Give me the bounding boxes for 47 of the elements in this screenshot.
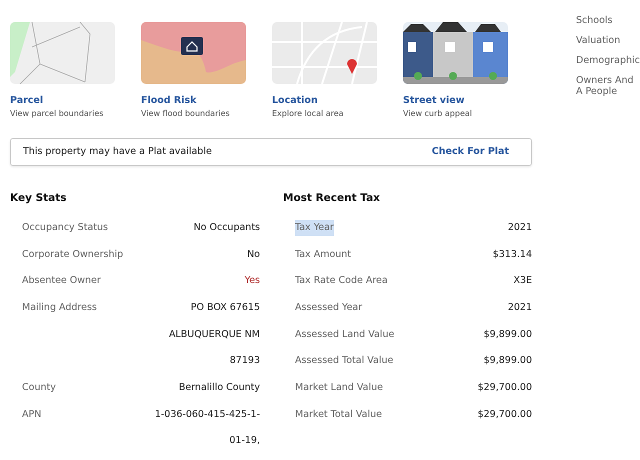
stat-label: Mailing Address xyxy=(22,300,97,315)
stat-label: Absentee Owner xyxy=(22,274,101,288)
tax-value: $29,700.00 xyxy=(478,408,532,422)
tax-label: Market Land Value xyxy=(295,380,383,395)
card-title[interactable]: Street view xyxy=(403,95,508,106)
card-subtitle: View parcel boundaries xyxy=(10,109,104,118)
card-subtitle: View flood boundaries xyxy=(141,109,231,118)
tax-label: Market Total Value xyxy=(295,408,382,422)
stat-value: Yes xyxy=(244,274,260,288)
stat-value: No xyxy=(247,248,260,262)
card-title[interactable]: Location xyxy=(272,95,377,106)
stat-value: ALBUQUERQUE NM xyxy=(168,328,260,342)
tax-value: 2021 xyxy=(508,300,532,315)
section-heading: Key Stats xyxy=(10,192,68,204)
stat-label: APN xyxy=(22,408,42,422)
stat-value: Bernalillo County xyxy=(178,380,260,395)
card-subtitle: Explore local area xyxy=(272,109,345,118)
stat-value: No Occupants xyxy=(194,220,260,235)
sidebar-link[interactable]: Owners And A People xyxy=(576,75,640,97)
stat-value: 87193 xyxy=(230,354,260,368)
sidebar-link[interactable]: Schools xyxy=(576,15,640,26)
plat-message: This property may have a Plat available xyxy=(23,146,212,158)
section-heading: Most Recent Tax xyxy=(283,192,381,204)
stat-value: PO BOX 67615 xyxy=(190,300,260,315)
tax-label: Assessed Year xyxy=(295,300,362,315)
sidebar-link[interactable]: Valuation xyxy=(576,35,640,46)
tax-value: 2021 xyxy=(508,220,532,235)
stat-label: County xyxy=(22,380,56,395)
sidebar-link[interactable]: Demographic xyxy=(576,55,640,66)
tax-value: $313.14 xyxy=(492,248,532,262)
tax-value: $9,899.00 xyxy=(484,328,532,342)
tax-label: Assessed Total Value xyxy=(295,354,394,368)
tax-label: Tax Year xyxy=(295,220,334,236)
card-title[interactable]: Flood Risk xyxy=(141,95,246,106)
stat-value: 01-19, xyxy=(229,434,260,448)
tax-value: $9,899.00 xyxy=(484,354,532,368)
stat-label: Corporate Ownership xyxy=(22,248,124,262)
card-title[interactable]: Parcel xyxy=(10,95,115,106)
check-plat-link[interactable]: Check For Plat xyxy=(432,146,509,158)
stat-value: 1-036-060-415-425-1- xyxy=(154,408,260,422)
card-subtitle: View curb appeal xyxy=(403,109,474,118)
tax-label: Assessed Land Value xyxy=(295,328,394,342)
tax-value: $29,700.00 xyxy=(478,380,532,395)
stat-label: Occupancy Status xyxy=(22,220,108,235)
tax-value: X3E xyxy=(513,274,532,288)
tax-label: Tax Rate Code Area xyxy=(295,274,388,288)
tax-label: Tax Amount xyxy=(295,248,352,262)
